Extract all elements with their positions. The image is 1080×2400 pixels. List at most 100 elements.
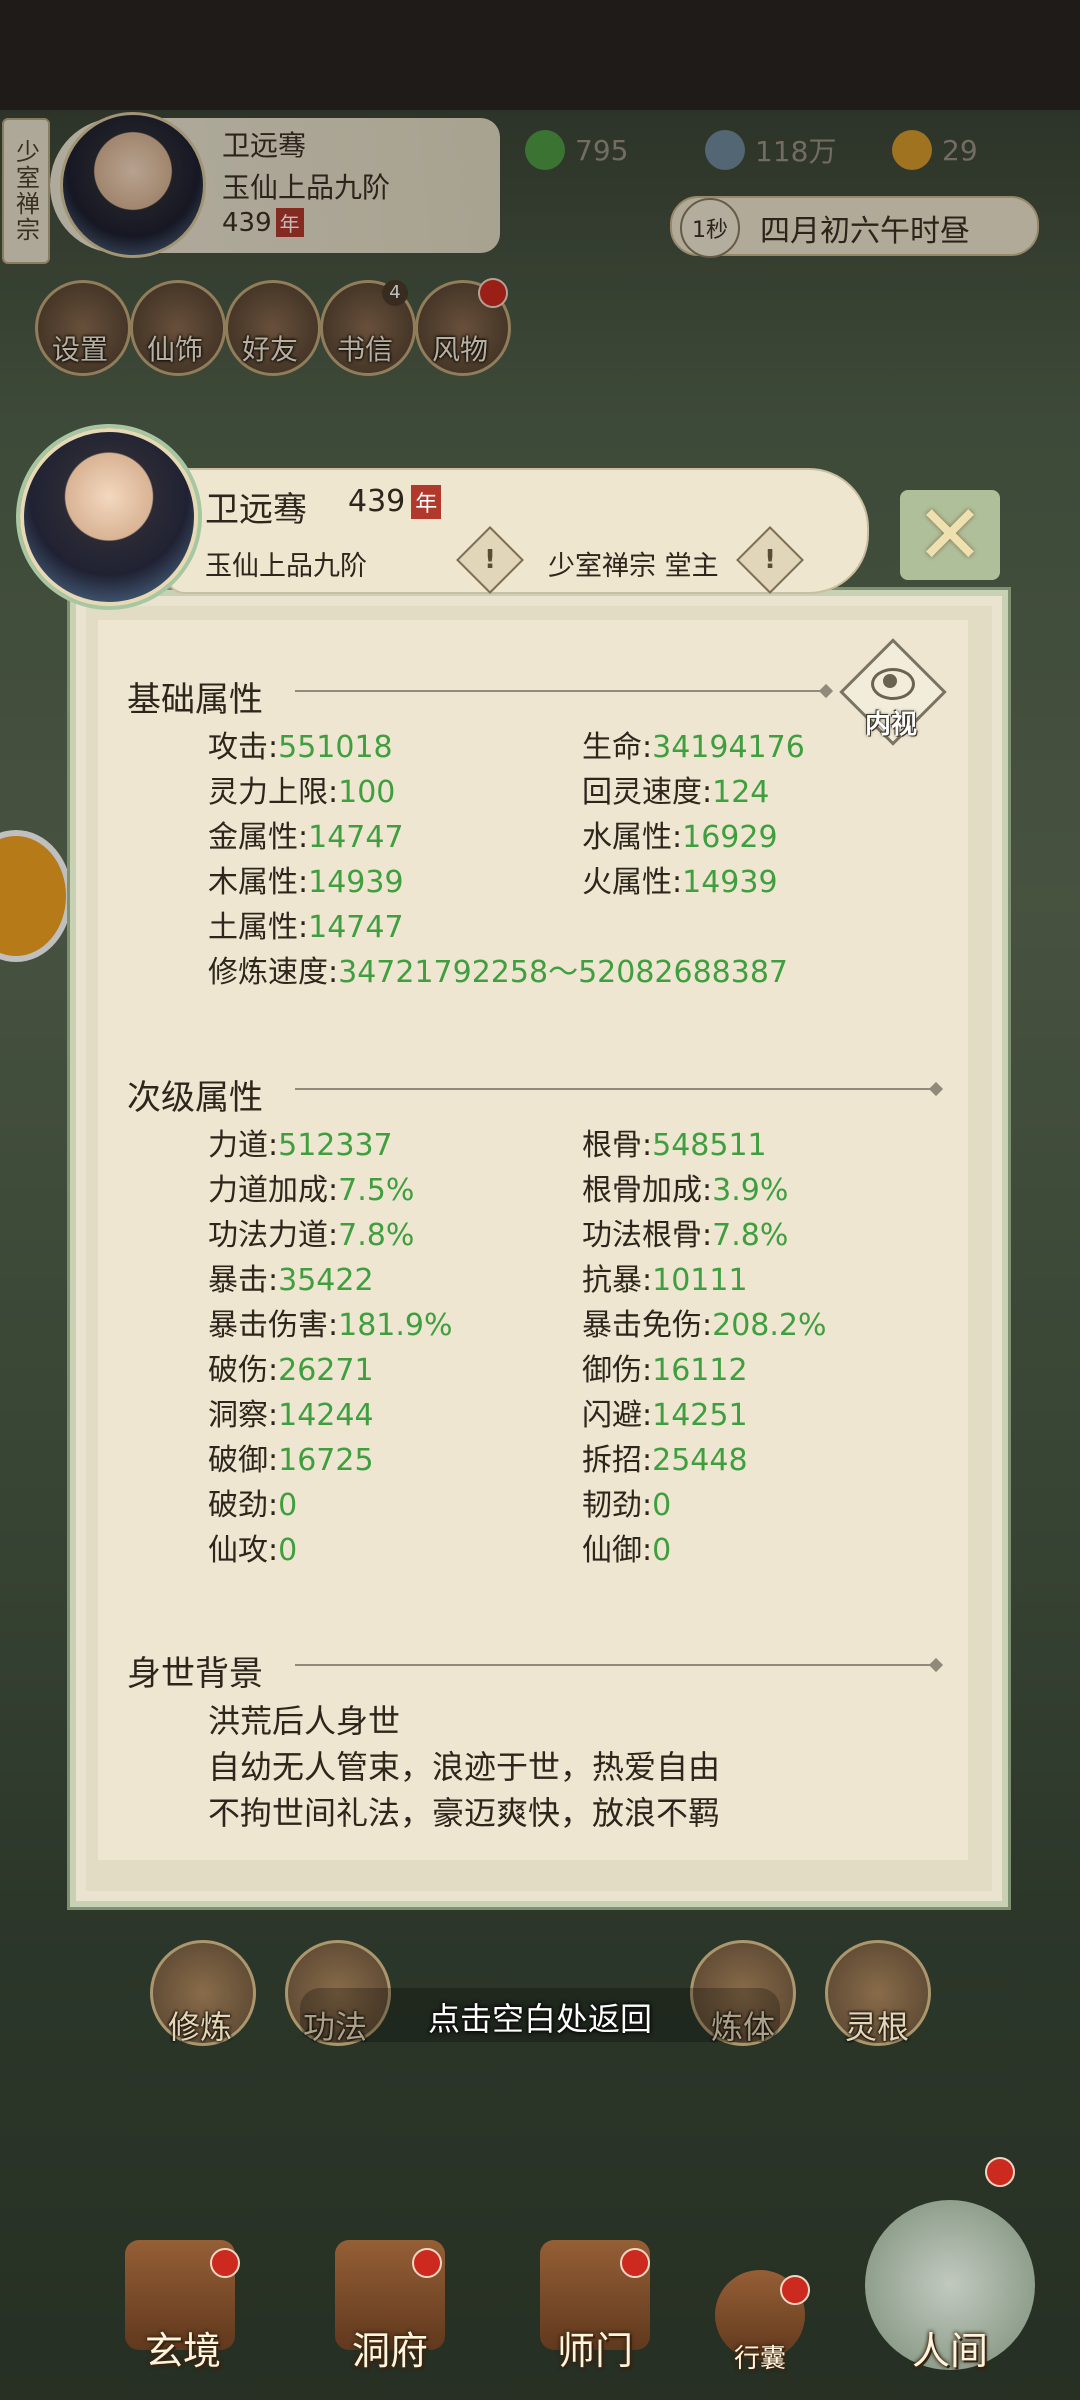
notification-dot	[412, 2248, 442, 2278]
notification-dot	[985, 2157, 1015, 2187]
stat-label: 破劲:	[208, 1488, 279, 1523]
stat-label: 抗暴:	[582, 1263, 653, 1298]
stat-cultivation-speed: 修炼速度:34721792258～52082688387	[208, 947, 788, 991]
stat-label: 韧劲:	[582, 1488, 653, 1523]
background-title: 身世背景	[127, 1654, 263, 1694]
stat-fire: 火属性:14939	[582, 857, 778, 901]
stat-value: 16112	[652, 1353, 748, 1388]
profile-age: 439 年	[348, 484, 442, 519]
stat-value: 0	[652, 1533, 672, 1568]
profile-name: 卫远骞	[205, 490, 307, 530]
stat-crit: 暴击:35422	[208, 1255, 374, 1299]
stat-label: 洞察:	[208, 1398, 279, 1433]
stat-value: 34721792258～52082688387	[338, 955, 789, 990]
stat-label: 拆招:	[582, 1443, 653, 1478]
close-icon: ✕	[915, 487, 985, 583]
stat-guard: 御伤:16112	[582, 1345, 748, 1389]
stat-strength-bonus: 力道加成:7.5%	[208, 1165, 414, 1209]
stat-value: 100	[338, 775, 396, 810]
stat-value: 16725	[278, 1443, 374, 1478]
section-divider	[295, 1664, 935, 1666]
stat-label: 根骨:	[582, 1128, 653, 1163]
notification-dot	[620, 2248, 650, 2278]
nav-sect[interactable]: 师门	[525, 2320, 665, 2375]
stat-hp: 生命:34194176	[582, 722, 805, 766]
stat-label: 木属性:	[208, 865, 309, 900]
stat-value: 548511	[652, 1128, 767, 1163]
stat-label: 暴击免伤:	[582, 1308, 713, 1343]
stat-value: 7.8%	[338, 1218, 415, 1253]
nav-realm[interactable]: 玄境	[113, 2320, 253, 2375]
stat-value: 16929	[682, 820, 778, 855]
nav-cave[interactable]: 洞府	[320, 2320, 460, 2375]
basic-stats-title: 基础属性	[127, 680, 263, 720]
stat-crit-damage-reduction: 暴击免伤:208.2%	[582, 1300, 827, 1344]
stat-skill-constitution: 功法根骨:7.8%	[582, 1210, 788, 1254]
stat-wood: 木属性:14939	[208, 857, 404, 901]
stat-insight: 洞察:14244	[208, 1390, 374, 1434]
stat-dodge: 闪避:14251	[582, 1390, 748, 1434]
stat-break-defense: 破御:16725	[208, 1435, 374, 1479]
stat-label: 土属性:	[208, 910, 309, 945]
stat-value: 35422	[278, 1263, 374, 1298]
stat-value: 14251	[652, 1398, 748, 1433]
stat-label: 功法力道:	[208, 1218, 339, 1253]
stat-immortal-defense: 仙御:0	[582, 1525, 671, 1569]
stat-value: 14747	[308, 820, 404, 855]
stat-value: 208.2%	[712, 1308, 827, 1343]
stat-value: 26271	[278, 1353, 374, 1388]
background-line: 自幼无人管束，浪迹于世，热爱自由	[208, 1748, 721, 1786]
nav-bag[interactable]: 行囊	[690, 2338, 830, 2375]
stat-label: 暴击:	[208, 1263, 279, 1298]
stat-label: 仙攻:	[208, 1533, 279, 1568]
stat-toughness: 韧劲:0	[582, 1480, 671, 1524]
notification-dot	[780, 2275, 810, 2305]
stat-constitution: 根骨:548511	[582, 1120, 767, 1164]
stat-value: 181.9%	[338, 1308, 453, 1343]
stat-immortal-attack: 仙攻:0	[208, 1525, 297, 1569]
stat-value: 512337	[278, 1128, 393, 1163]
stat-earth: 土属性:14747	[208, 902, 404, 946]
stat-value: 124	[712, 775, 770, 810]
section-divider	[295, 690, 825, 692]
stat-value: 14939	[682, 865, 778, 900]
stat-label: 回灵速度:	[582, 775, 713, 810]
stat-label: 功法根骨:	[582, 1218, 713, 1253]
stat-value: 25448	[652, 1443, 748, 1478]
notification-dot	[210, 2248, 240, 2278]
stat-constitution-bonus: 根骨加成:3.9%	[582, 1165, 788, 1209]
stat-mana-regen: 回灵速度:124	[582, 767, 769, 811]
stat-label: 力道:	[208, 1128, 279, 1163]
stat-skill-strength: 功法力道:7.8%	[208, 1210, 414, 1254]
nav-world[interactable]: 人间	[880, 2320, 1020, 2375]
stat-label: 力道加成:	[208, 1173, 339, 1208]
close-button[interactable]: ✕	[900, 487, 1000, 583]
stat-label: 仙御:	[582, 1533, 653, 1568]
stat-value: 0	[652, 1488, 672, 1523]
stat-label: 金属性:	[208, 820, 309, 855]
stat-metal: 金属性:14747	[208, 812, 404, 856]
section-divider	[295, 1088, 935, 1090]
stat-value: 14244	[278, 1398, 374, 1433]
stat-value: 0	[278, 1533, 298, 1568]
tap-to-return-hint[interactable]: 点击空白处返回	[0, 1994, 1080, 2040]
inner-view-button[interactable]: 内视	[839, 638, 947, 746]
stat-value: 14747	[308, 910, 404, 945]
stat-value: 0	[278, 1488, 298, 1523]
stat-label: 破伤:	[208, 1353, 279, 1388]
stat-water: 水属性:16929	[582, 812, 778, 856]
stat-label: 灵力上限:	[208, 775, 339, 810]
stat-label: 修炼速度:	[208, 955, 339, 990]
stat-value: 551018	[278, 730, 393, 765]
stat-label: 生命:	[582, 730, 653, 765]
secondary-stats-title: 次级属性	[127, 1078, 263, 1118]
stat-pierce: 破伤:26271	[208, 1345, 374, 1389]
stat-mana-cap: 灵力上限:100	[208, 767, 395, 811]
eye-pupil	[883, 674, 897, 688]
stat-label: 攻击:	[208, 730, 279, 765]
stat-label: 根骨加成:	[582, 1173, 713, 1208]
stat-value: 34194176	[652, 730, 805, 765]
inner-view-label: 内视	[864, 710, 917, 740]
stat-label: 闪避:	[582, 1398, 653, 1433]
background-line: 洪荒后人身世	[208, 1702, 401, 1740]
